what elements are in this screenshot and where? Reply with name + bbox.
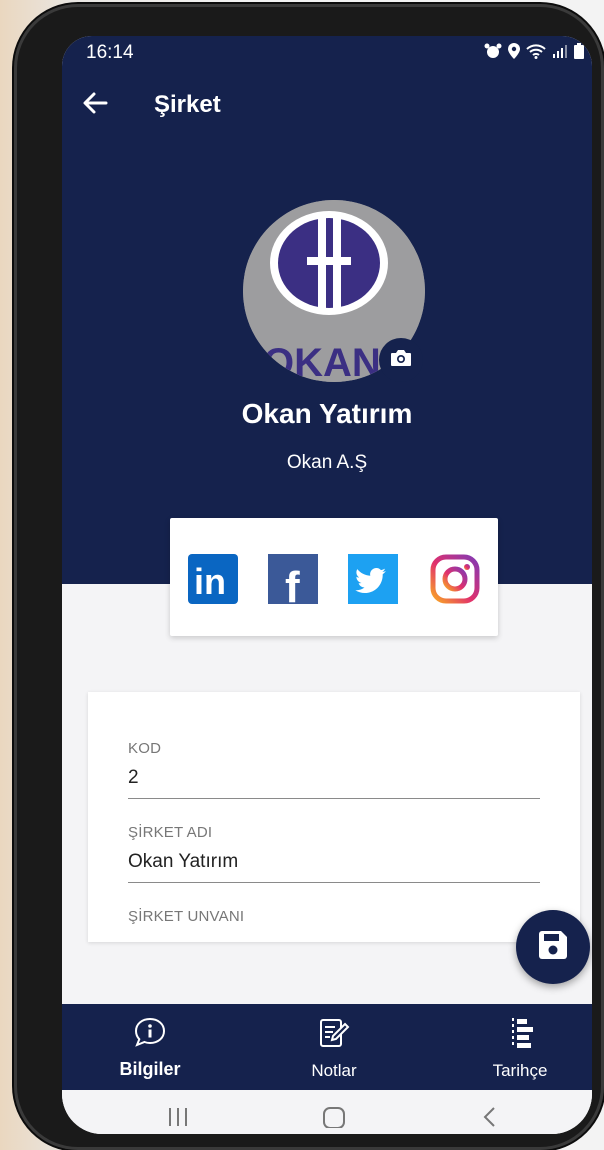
- twitter-button[interactable]: [348, 554, 398, 604]
- company-name-label: ŞİRKET ADI: [128, 824, 213, 841]
- back-arrow-icon[interactable]: [80, 88, 110, 118]
- save-button[interactable]: [516, 910, 590, 984]
- kod-input[interactable]: 2: [128, 767, 540, 799]
- signal-icon: [552, 44, 568, 63]
- twitter-icon: [348, 554, 398, 604]
- recent-apps-icon[interactable]: [166, 1106, 190, 1133]
- linkedin-icon: in: [188, 554, 238, 604]
- save-icon: [536, 928, 570, 967]
- notes-edit-icon: [317, 1019, 351, 1054]
- camera-icon: [390, 349, 412, 372]
- instagram-button[interactable]: [430, 554, 480, 604]
- system-navigation-bar: [62, 1090, 592, 1134]
- company-name: Okan Yatırım: [241, 398, 413, 429]
- wifi-icon: [526, 43, 546, 64]
- history-list-icon: [504, 1018, 536, 1054]
- kod-field[interactable]: KOD 2: [128, 740, 540, 799]
- facebook-button[interactable]: f: [268, 554, 318, 612]
- tab-notlar-label: Notlar: [311, 1061, 357, 1080]
- company-avatar[interactable]: OKAN: [243, 200, 425, 382]
- linkedin-button[interactable]: in: [188, 554, 238, 604]
- status-bar: 16:14: [62, 36, 592, 68]
- tab-tarihce-label: Tarihçe: [492, 1061, 548, 1080]
- tab-bilgiler[interactable]: Bilgiler: [90, 1016, 210, 1080]
- home-icon[interactable]: [322, 1106, 346, 1133]
- company-subtitle: Okan A.Ş: [286, 452, 368, 473]
- social-links-card: in f: [170, 518, 498, 636]
- svg-text:f: f: [285, 563, 300, 604]
- tab-bilgiler-label: Bilgiler: [119, 1059, 181, 1079]
- svg-text:in: in: [194, 561, 226, 602]
- status-time: 16:14: [86, 42, 134, 63]
- tab-tarihce[interactable]: Tarihçe: [460, 1016, 580, 1081]
- system-back-icon[interactable]: [480, 1106, 500, 1133]
- company-title-label: ŞİRKET UNVANI: [128, 908, 245, 925]
- page-title: Şirket: [154, 91, 221, 118]
- company-title-field[interactable]: ŞİRKET UNVANI: [128, 908, 540, 925]
- company-form: KOD 2 ŞİRKET ADI Okan Yatırım ŞİRKET UNV…: [88, 692, 580, 942]
- facebook-icon: f: [268, 554, 318, 612]
- location-icon: [508, 43, 520, 64]
- bottom-navigation: Bilgiler Notlar Tarihçe: [62, 1004, 592, 1090]
- alarm-icon: [484, 43, 502, 64]
- phone-frame: 16:14 Şirket OKAN Okan Yatırım Okan A.Ş …: [14, 4, 604, 1150]
- app-screen: 16:14 Şirket OKAN Okan Yatırım Okan A.Ş …: [62, 36, 592, 1134]
- status-icons: [484, 43, 584, 64]
- instagram-icon: [430, 554, 480, 604]
- camera-button[interactable]: [379, 338, 423, 382]
- company-name-field[interactable]: ŞİRKET ADI Okan Yatırım: [128, 824, 540, 883]
- kod-label: KOD: [128, 740, 162, 757]
- info-bubble-icon: [132, 1017, 168, 1052]
- company-name-input[interactable]: Okan Yatırım: [128, 851, 540, 883]
- logo-text: OKAN: [263, 341, 381, 382]
- tab-notlar[interactable]: Notlar: [274, 1016, 394, 1081]
- header-hero: 16:14 Şirket OKAN Okan Yatırım Okan A.Ş: [62, 36, 592, 584]
- app-bar: Şirket: [62, 86, 592, 126]
- battery-icon: [574, 43, 584, 64]
